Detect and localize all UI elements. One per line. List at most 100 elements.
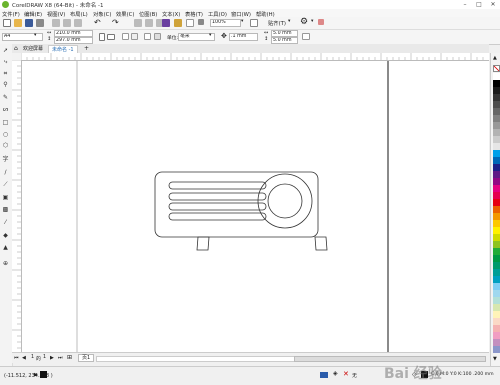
vent-slot-2[interactable]	[168, 192, 267, 201]
all-pages-icon[interactable]	[122, 33, 129, 40]
parallel-dimension-icon[interactable]: ∕	[2, 169, 9, 176]
undo-icon[interactable]: ↶	[94, 18, 101, 27]
document-color-icon[interactable]	[320, 372, 328, 378]
add-tab-button[interactable]: +	[84, 45, 89, 52]
color-swatch[interactable]	[493, 297, 500, 304]
print-icon[interactable]	[36, 19, 44, 27]
color-swatch[interactable]	[493, 122, 500, 129]
color-swatch[interactable]	[493, 192, 500, 199]
polygon-tool-icon[interactable]: ⬡	[2, 142, 9, 149]
color-swatch[interactable]	[493, 234, 500, 241]
right-foot[interactable]	[314, 236, 328, 251]
lens-inner[interactable]	[267, 183, 303, 219]
color-swatch[interactable]	[493, 269, 500, 276]
page-tab[interactable]: 页1	[78, 354, 95, 362]
vent-slot-1[interactable]	[168, 181, 267, 190]
layout-icon[interactable]	[144, 33, 151, 40]
color-swatch[interactable]	[493, 199, 500, 206]
color-swatch[interactable]	[493, 227, 500, 234]
full-screen-icon[interactable]	[186, 19, 194, 27]
copy-icon[interactable]	[63, 19, 71, 27]
color-swatch[interactable]	[493, 339, 500, 346]
import-icon[interactable]	[145, 19, 153, 27]
open-folder-icon[interactable]	[14, 19, 22, 27]
page-size-select[interactable]: A4	[2, 33, 43, 41]
prev-page-icon[interactable]: ◀	[22, 355, 26, 361]
color-swatch[interactable]	[493, 311, 500, 318]
color-swatch[interactable]	[493, 73, 500, 80]
minimize-button[interactable]: –	[458, 0, 472, 9]
page-size-dropdown-icon[interactable]: ▾	[34, 33, 36, 38]
publish-pdf-icon[interactable]	[162, 19, 170, 27]
vent-slot-4[interactable]	[168, 212, 267, 221]
color-swatch[interactable]	[493, 318, 500, 325]
color-swatch[interactable]	[493, 136, 500, 143]
transparency-icon[interactable]: ▩	[2, 206, 9, 213]
color-swatch[interactable]	[493, 129, 500, 136]
color-swatch[interactable]	[493, 87, 500, 94]
color-swatch[interactable]	[493, 262, 500, 269]
zoom-dropdown-icon[interactable]: ▾	[241, 19, 243, 24]
color-swatch[interactable]	[493, 276, 500, 283]
color-swatch[interactable]	[493, 80, 500, 87]
launch-icon[interactable]	[318, 19, 324, 25]
new-document-icon[interactable]	[3, 19, 11, 27]
options-gear-icon[interactable]: ⚙	[300, 17, 308, 27]
horizontal-scrollbar[interactable]	[96, 356, 296, 362]
last-page-icon[interactable]: ⏭	[58, 355, 63, 361]
search-content-icon[interactable]	[134, 19, 142, 27]
color-swatch[interactable]	[493, 101, 500, 108]
freehand-tool-icon[interactable]: ✎	[2, 94, 9, 101]
cut-icon[interactable]	[52, 19, 60, 27]
units-dropdown-icon[interactable]: ▾	[209, 33, 211, 38]
quick-customize-icon[interactable]	[302, 33, 310, 40]
projector-drawing[interactable]	[154, 171, 328, 251]
landscape-icon[interactable]	[107, 34, 115, 40]
left-foot[interactable]	[196, 236, 210, 251]
smart-fill-icon[interactable]: ▲	[2, 244, 9, 251]
portrait-icon[interactable]	[99, 33, 105, 41]
crop-tool-icon[interactable]: ⌗	[2, 70, 9, 77]
zoom-level-field[interactable]: 100%	[210, 19, 241, 27]
tab-welcome[interactable]: 欢迎屏幕	[20, 45, 47, 53]
shape-tool-icon[interactable]: ⤷	[2, 58, 9, 65]
color-swatch[interactable]	[493, 213, 500, 220]
snap-dropdown-icon[interactable]: ▾	[288, 19, 290, 24]
horizontal-ruler[interactable]	[21, 53, 489, 61]
color-swatch[interactable]	[493, 185, 500, 192]
color-swatch[interactable]	[493, 332, 500, 339]
page-height-field[interactable]: 297.0 mm	[54, 37, 93, 44]
vertical-ruler[interactable]	[12, 60, 22, 352]
current-page-icon[interactable]	[131, 33, 138, 40]
color-swatch[interactable]	[493, 115, 500, 122]
scrollbar-thumb[interactable]	[294, 356, 486, 362]
snap-to-button[interactable]: 贴齐(T)	[268, 19, 286, 27]
color-swatch[interactable]	[493, 346, 500, 353]
maximize-button[interactable]: □	[472, 0, 486, 9]
color-swatch[interactable]	[493, 157, 500, 164]
rectangle-tool-icon[interactable]: □	[2, 119, 9, 126]
pick-tool-icon[interactable]: ➚	[2, 47, 9, 54]
color-swatch[interactable]	[493, 178, 500, 185]
color-swatch[interactable]	[493, 248, 500, 255]
color-swatch[interactable]	[493, 108, 500, 115]
eyedropper-icon[interactable]: ⁄	[2, 219, 9, 226]
color-swatch[interactable]	[493, 143, 500, 150]
color-swatch[interactable]	[493, 241, 500, 248]
artistic-media-icon[interactable]: ᔕ	[2, 106, 9, 113]
color-swatch[interactable]	[493, 325, 500, 332]
color-swatch[interactable]	[493, 304, 500, 311]
nudge-distance-field[interactable]: .1 mm	[229, 33, 258, 41]
no-color-swatch[interactable]	[493, 65, 500, 72]
vent-slot-3[interactable]	[168, 202, 267, 211]
save-icon[interactable]	[25, 19, 33, 27]
palette-scroll-down-icon[interactable]: ▼	[493, 356, 497, 362]
color-swatch[interactable]	[493, 206, 500, 213]
palette-scroll-up-icon[interactable]: ▲	[493, 55, 497, 61]
color-swatch[interactable]	[493, 290, 500, 297]
duplicate-y-field[interactable]: 5.0 mm	[271, 37, 298, 44]
redo-icon[interactable]: ↷	[112, 18, 119, 27]
interactive-fill-icon[interactable]: ◆	[2, 232, 9, 239]
drawing-canvas[interactable]	[22, 61, 489, 352]
color-swatch[interactable]	[493, 283, 500, 290]
